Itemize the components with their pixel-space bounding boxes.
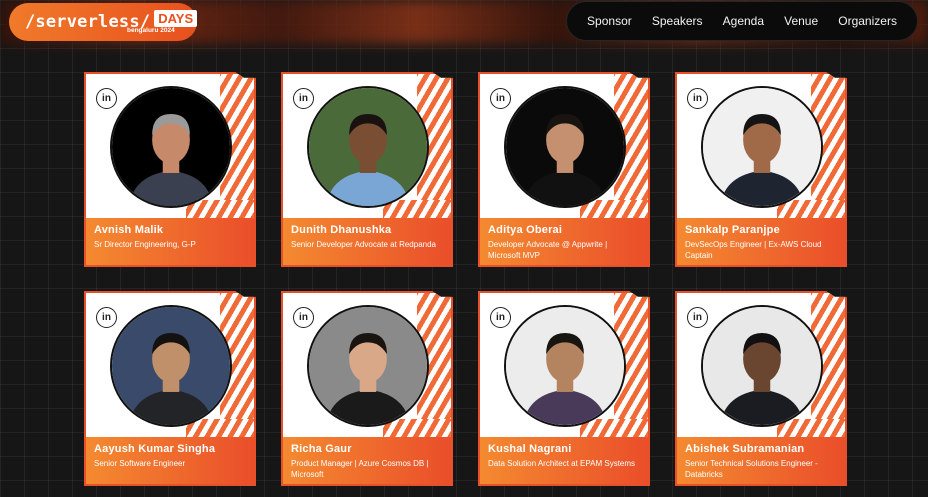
serverless-days-logo[interactable]: /serverless/ DAYS bengaluru 2024 [9, 3, 198, 41]
speaker-info: Sankalp Paranjpe DevSecOps Engineer | Ex… [677, 218, 845, 265]
speaker-card: in Dunith Dhanushka Senior Developer Adv… [281, 72, 453, 267]
card-stripe-decoration [186, 200, 254, 218]
logo-subtitle: bengaluru 2024 [127, 27, 175, 34]
speaker-photo [504, 305, 626, 427]
card-stripe-decoration [777, 419, 845, 437]
linkedin-icon[interactable]: in [293, 88, 314, 109]
speaker-name: Avnish Malik [94, 224, 164, 236]
card-stripe-decoration [186, 419, 254, 437]
speaker-role: Sr Director Engineering, G-P [94, 240, 196, 249]
speaker-photo [307, 305, 429, 427]
linkedin-icon[interactable]: in [490, 88, 511, 109]
card-stripe-decoration [777, 200, 845, 218]
speaker-card: in Aayush Kumar Singha Senior Software E… [84, 291, 256, 486]
card-stripe-decoration [383, 200, 451, 218]
speaker-info: Richa Gaur Product Manager | Azure Cosmo… [283, 437, 451, 484]
nav-venue[interactable]: Venue [784, 14, 818, 28]
speaker-photo [307, 86, 429, 208]
main-navigation: Sponsor Speakers Agenda Venue Organizers [566, 1, 918, 41]
speaker-info: Avnish Malik Sr Director Engineering, G-… [86, 218, 254, 265]
speaker-photo [110, 305, 232, 427]
speaker-name: Richa Gaur [291, 443, 352, 455]
linkedin-icon[interactable]: in [687, 307, 708, 328]
speaker-card: in Kushal Nagrani Data Solution Architec… [478, 291, 650, 486]
linkedin-icon[interactable]: in [96, 88, 117, 109]
speaker-info: Abishek Subramanian Senior Technical Sol… [677, 437, 845, 484]
speaker-card: in Aditya Oberai Developer Advocate @ Ap… [478, 72, 650, 267]
speaker-card: in Richa Gaur Product Manager | Azure Co… [281, 291, 453, 486]
speaker-name: Sankalp Paranjpe [685, 224, 780, 236]
speaker-photo [110, 86, 232, 208]
speaker-role: Product Manager | Azure Cosmos DB | Micr… [291, 459, 429, 479]
speaker-photo [701, 86, 823, 208]
speaker-role: DevSecOps Engineer | Ex-AWS Cloud Captai… [685, 240, 822, 260]
nav-sponsor[interactable]: Sponsor [587, 14, 632, 28]
speaker-card: in Avnish Malik Sr Director Engineering,… [84, 72, 256, 267]
speaker-card: in Sankalp Paranjpe DevSecOps Engineer |… [675, 72, 847, 267]
logo-days-badge: DAYS [154, 9, 198, 27]
nav-speakers[interactable]: Speakers [652, 14, 703, 28]
speaker-name: Dunith Dhanushka [291, 224, 392, 236]
speaker-photo [504, 86, 626, 208]
speaker-role: Senior Software Engineer [94, 459, 186, 468]
speaker-photo [701, 305, 823, 427]
linkedin-icon[interactable]: in [687, 88, 708, 109]
speaker-info: Aditya Oberai Developer Advocate @ Appwr… [480, 218, 648, 265]
speaker-name: Aayush Kumar Singha [94, 443, 216, 455]
nav-organizers[interactable]: Organizers [838, 14, 897, 28]
speaker-name: Kushal Nagrani [488, 443, 572, 455]
card-stripe-decoration [383, 419, 451, 437]
speaker-info: Kushal Nagrani Data Solution Architect a… [480, 437, 648, 484]
speaker-name: Aditya Oberai [488, 224, 563, 236]
linkedin-icon[interactable]: in [96, 307, 117, 328]
linkedin-icon[interactable]: in [490, 307, 511, 328]
card-stripe-decoration [580, 200, 648, 218]
speaker-name: Abishek Subramanian [685, 443, 805, 455]
speaker-info: Dunith Dhanushka Senior Developer Advoca… [283, 218, 451, 265]
card-stripe-decoration [580, 419, 648, 437]
speaker-role: Senior Technical Solutions Engineer - Da… [685, 459, 818, 479]
speaker-card: in Abishek Subramanian Senior Technical … [675, 291, 847, 486]
nav-agenda[interactable]: Agenda [723, 14, 764, 28]
speaker-role: Data Solution Architect at EPAM Systems [488, 459, 636, 468]
speaker-role: Senior Developer Advocate at Redpanda [291, 240, 436, 249]
speaker-role: Developer Advocate @ Appwrite | Microsof… [488, 240, 608, 260]
linkedin-icon[interactable]: in [293, 307, 314, 328]
speaker-info: Aayush Kumar Singha Senior Software Engi… [86, 437, 254, 484]
